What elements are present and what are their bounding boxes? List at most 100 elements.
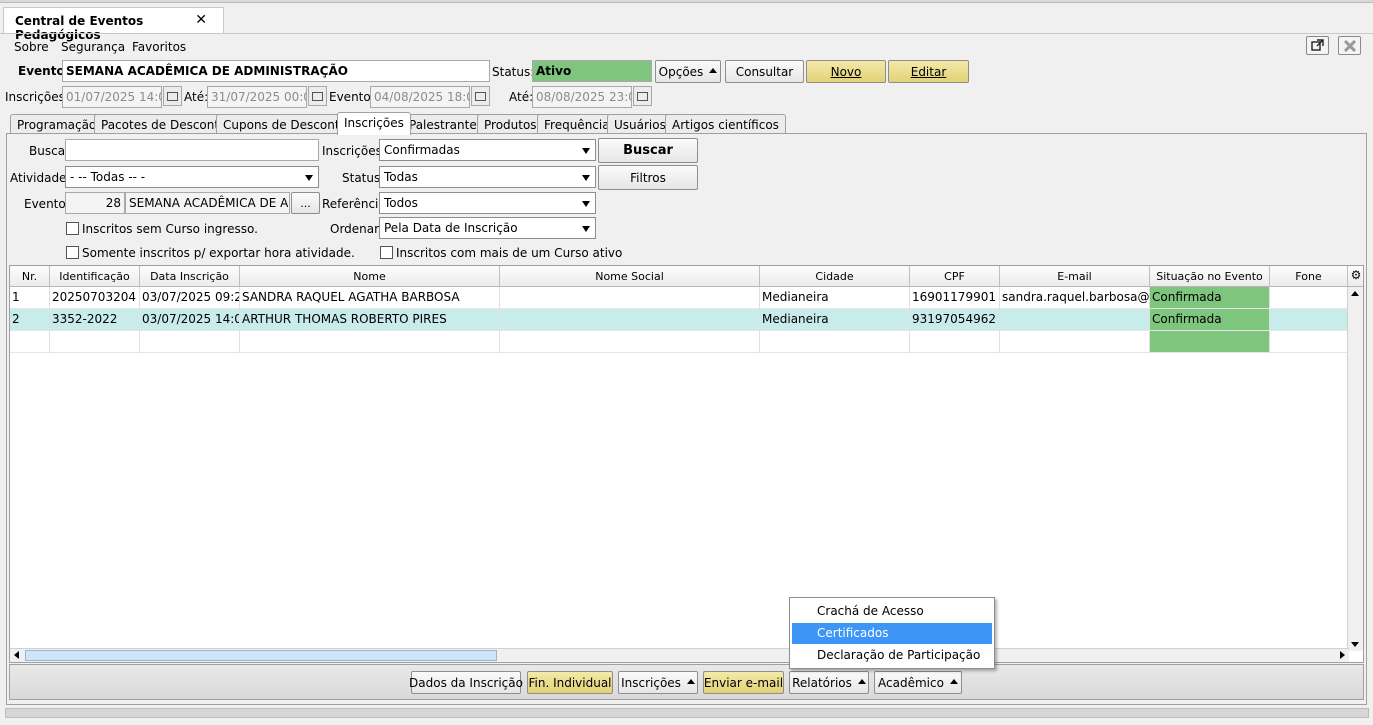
table-cell[interactable]: SANDRA RAQUEL AGATHA BARBOSA: [240, 287, 500, 309]
inscricoes-select[interactable]: Confirmadas: [379, 139, 596, 161]
table-cell[interactable]: 93197054962: [910, 309, 1000, 331]
inscricoes-to-field[interactable]: 31/07/2025 00:00: [207, 86, 307, 108]
evento-code-field[interactable]: 28: [65, 192, 125, 214]
tab-pacotes[interactable]: Pacotes de Desconto: [94, 114, 234, 134]
close-window-button[interactable]: [1338, 36, 1361, 55]
table-cell[interactable]: 03/07/2025 14:09: [140, 309, 240, 331]
table-cell[interactable]: [500, 287, 760, 309]
table-cell[interactable]: [240, 331, 500, 353]
evento-lookup-button[interactable]: ...: [291, 192, 320, 214]
chk-mais-curso[interactable]: [380, 246, 393, 259]
enviar-email-button[interactable]: Enviar e-mail: [703, 671, 784, 694]
consultar-button[interactable]: Consultar: [725, 60, 804, 83]
column-settings-button[interactable]: ⚙: [1348, 266, 1363, 287]
evento-from-field[interactable]: 04/08/2025 18:00: [370, 86, 470, 108]
col-header-nr[interactable]: Nr.: [10, 266, 50, 287]
dados-inscricao-button[interactable]: Dados da Inscrição: [409, 671, 523, 694]
scroll-up-icon[interactable]: [1351, 291, 1359, 296]
table-cell[interactable]: [1000, 331, 1150, 353]
tab-inscricoes[interactable]: Inscrições: [337, 112, 411, 135]
menu-item-declaracao[interactable]: Declaração de Participação: [792, 645, 992, 666]
table-cell[interactable]: 03/07/2025 09:24: [140, 287, 240, 309]
table-cell[interactable]: 2: [10, 309, 50, 331]
col-header-email[interactable]: E-mail: [1000, 266, 1150, 287]
menu-seguranca[interactable]: Segurança: [61, 40, 125, 54]
referencia-select[interactable]: Todos: [379, 192, 596, 214]
novo-button[interactable]: Novo: [806, 60, 886, 83]
table-cell[interactable]: [1270, 287, 1348, 309]
popout-button[interactable]: [1306, 36, 1329, 55]
calendar-button[interactable]: [633, 86, 652, 106]
busca-input[interactable]: [65, 139, 319, 161]
document-tab[interactable]: Central de Eventos Pedagógicos ✕: [3, 7, 224, 42]
calendar-button[interactable]: [308, 86, 327, 106]
table-cell[interactable]: [1270, 331, 1348, 353]
table-cell[interactable]: [910, 331, 1000, 353]
fin-individual-button[interactable]: Fin. Individual: [527, 671, 613, 694]
editar-button[interactable]: Editar: [888, 60, 969, 83]
table-cell[interactable]: 3352-2022: [50, 309, 140, 331]
menu-favoritos[interactable]: Favoritos: [132, 40, 186, 54]
tab-programacao[interactable]: Programação: [10, 114, 104, 134]
table-cell[interactable]: 1: [10, 287, 50, 309]
evento-field[interactable]: SEMANA ACADÊMICA DE ADMINISTRAÇÃO: [62, 60, 490, 82]
evento-to-field[interactable]: 08/08/2025 23:00: [532, 86, 632, 108]
col-header-situacao[interactable]: Situação no Evento: [1150, 266, 1270, 287]
calendar-button[interactable]: [471, 86, 490, 106]
inscricoes-table[interactable]: Nr. Identificação Data Inscrição Nome No…: [9, 265, 1364, 663]
inscricoes-menu-button[interactable]: Inscrições: [618, 671, 698, 694]
col-header-fone[interactable]: Fone: [1270, 266, 1348, 287]
menu-item-certificados[interactable]: Certificados: [792, 623, 992, 644]
col-header-identificacao[interactable]: Identificação: [50, 266, 140, 287]
calendar-button[interactable]: [163, 86, 182, 106]
tab-frequencia[interactable]: Frequência: [537, 114, 617, 134]
situacao-cell[interactable]: Confirmada: [1150, 309, 1270, 331]
horizontal-scrollbar[interactable]: [10, 648, 1349, 662]
table-cell[interactable]: [500, 309, 760, 331]
relatorios-menu-button[interactable]: Relatórios: [789, 671, 869, 694]
table-cell[interactable]: [50, 331, 140, 353]
col-header-data[interactable]: Data Inscrição: [140, 266, 240, 287]
chk-sem-curso[interactable]: [66, 222, 79, 235]
buscar-button[interactable]: Buscar: [598, 138, 698, 163]
situacao-cell[interactable]: Confirmada: [1150, 287, 1270, 309]
table-cell[interactable]: [500, 331, 760, 353]
table-cell[interactable]: 20250703204: [50, 287, 140, 309]
table-cell[interactable]: [1000, 309, 1150, 331]
vertical-scrollbar[interactable]: [1347, 287, 1363, 651]
col-header-nome-social[interactable]: Nome Social: [500, 266, 760, 287]
col-header-cpf[interactable]: CPF: [910, 266, 1000, 287]
inscricoes-from-field[interactable]: 01/07/2025 14:01: [62, 86, 162, 108]
table-cell[interactable]: [1270, 309, 1348, 331]
tab-produtos[interactable]: Produtos: [477, 114, 544, 134]
close-icon[interactable]: ✕: [195, 12, 207, 28]
filtros-button[interactable]: Filtros: [598, 165, 698, 190]
table-cell[interactable]: [140, 331, 240, 353]
col-header-cidade[interactable]: Cidade: [760, 266, 910, 287]
table-cell[interactable]: sandra.raquel.barbosa@pi...: [1000, 287, 1150, 309]
status-select[interactable]: Todas: [379, 166, 596, 188]
scroll-right-icon[interactable]: [1340, 651, 1345, 659]
menu-item-cracha[interactable]: Crachá de Acesso: [792, 601, 992, 622]
chk-exportar[interactable]: [66, 246, 79, 259]
table-cell[interactable]: ARTHUR THOMAS ROBERTO PIRES: [240, 309, 500, 331]
tab-artigos[interactable]: Artigos científicos: [665, 114, 786, 134]
opcoes-button[interactable]: Opções: [655, 60, 721, 83]
atividade-select[interactable]: - -- Todas -- -: [65, 166, 319, 188]
scroll-down-icon[interactable]: [1351, 642, 1359, 647]
situacao-cell[interactable]: [1150, 331, 1270, 353]
menu-sobre[interactable]: Sobre: [14, 40, 49, 54]
col-header-nome[interactable]: Nome: [240, 266, 500, 287]
table-cell[interactable]: [10, 331, 50, 353]
evento-name-field[interactable]: SEMANA ACADÊMICA DE ADM: [125, 192, 290, 214]
tab-usuarios[interactable]: Usuários: [607, 114, 673, 134]
tab-cupons[interactable]: Cupons de Desconto: [216, 114, 354, 134]
table-cell[interactable]: Medianeira: [760, 287, 910, 309]
table-cell[interactable]: Medianeira: [760, 309, 910, 331]
ordenar-select[interactable]: Pela Data de Inscrição: [379, 217, 596, 239]
scroll-thumb[interactable]: [25, 650, 497, 661]
table-cell[interactable]: [760, 331, 910, 353]
table-cell[interactable]: 16901179901: [910, 287, 1000, 309]
scroll-left-icon[interactable]: [14, 651, 19, 659]
academico-menu-button[interactable]: Acadêmico: [874, 671, 962, 694]
